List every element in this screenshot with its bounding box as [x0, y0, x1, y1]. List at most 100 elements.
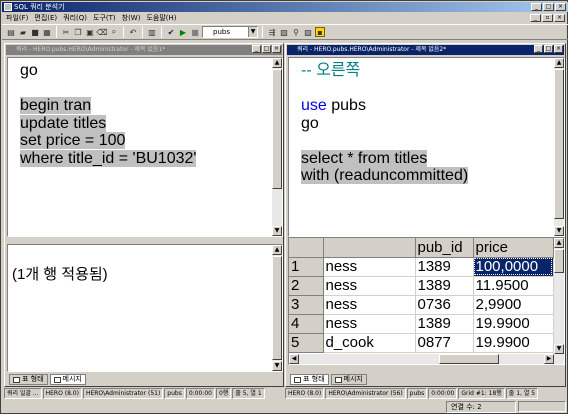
status-user: HERO\Administrator (51) [82, 388, 164, 399]
scroll-thumb[interactable] [554, 69, 564, 219]
right-maximize-button[interactable]: □ [544, 45, 553, 53]
query-editor-right[interactable]: -- 오른쪽 use pubs go select * from titles with… [288, 57, 565, 237]
grid-cell[interactable]: 0877 [415, 333, 474, 353]
grid-cell[interactable]: d_cook [323, 333, 416, 353]
table-row[interactable]: 1 ness 1389 100,0000 [289, 257, 554, 277]
grid-cell[interactable]: 1389 [415, 276, 474, 296]
scroll-up-icon[interactable]: ▲ [554, 58, 564, 68]
execute-icon[interactable]: ▶ [178, 27, 188, 37]
close-button[interactable]: × [555, 3, 566, 11]
menu-edit[interactable]: 편집(E) [34, 12, 57, 24]
tab-grid[interactable]: 표 형태 [290, 374, 329, 385]
properties-icon[interactable]: ▪ [315, 27, 325, 37]
grid-cell[interactable]: 0736 [415, 295, 474, 315]
tab-grid[interactable]: 표 형태 [9, 374, 48, 385]
clear-window-icon[interactable]: ⌫ [96, 27, 107, 37]
status-batch: 쿼리 일괄 ... [4, 388, 42, 399]
grid-cell[interactable]: ness [323, 257, 416, 277]
results-grid[interactable]: pub_id price 1 ness 1389 100,0000 2 ness 1389 1… [289, 238, 554, 353]
grid-cell[interactable]: 11.9500 [473, 276, 554, 296]
menu-help[interactable]: 도움말(H) [146, 12, 176, 24]
cancel-query-icon[interactable]: ■ [190, 27, 200, 37]
grid-vertical-scrollbar[interactable]: ▲ ▼ [554, 238, 564, 354]
grid-cell[interactable]: 19.9900 [473, 333, 554, 353]
pane-splitter[interactable] [7, 239, 281, 243]
row-number[interactable]: 4 [289, 314, 324, 334]
row-number[interactable]: 2 [289, 276, 324, 296]
grid-header-title[interactable] [323, 238, 416, 258]
scroll-thumb[interactable] [272, 69, 282, 189]
find-icon[interactable]: ⌕ [109, 27, 119, 37]
object-browser-icon[interactable]: ▧ [279, 27, 289, 37]
scroll-thumb[interactable] [554, 249, 564, 273]
menu-tools[interactable]: 도구(T) [93, 12, 116, 24]
row-number[interactable]: 1 [289, 257, 324, 277]
app-title: SQL 쿼리 분석기 [14, 3, 65, 11]
editor-scrollbar[interactable]: ▲ ▼ [272, 58, 282, 236]
open-file-icon[interactable]: ▰ [18, 27, 28, 37]
grid-cell[interactable]: 1389 [415, 257, 474, 277]
grid-cell[interactable]: 100,0000 [473, 257, 554, 277]
grid-cell[interactable]: ness [323, 295, 416, 315]
tab-messages[interactable]: 메시지 [49, 374, 86, 385]
maximize-button[interactable]: □ [543, 3, 554, 11]
scroll-left-icon[interactable]: ◀ [289, 354, 299, 364]
table-row[interactable]: 3 ness 0736 2,9900 [289, 295, 554, 315]
table-row[interactable]: 5 d_cook 0877 19.9900 [289, 333, 554, 353]
menu-query[interactable]: 쿼리(Q) [63, 12, 87, 24]
grid-cell[interactable]: 2,9900 [473, 295, 554, 315]
hscroll-thumb[interactable] [439, 354, 499, 364]
left-minimize-button[interactable]: _ [252, 45, 261, 53]
scroll-up-icon[interactable]: ▲ [554, 238, 564, 248]
row-number[interactable]: 5 [289, 333, 324, 353]
cut-icon[interactable]: ✂ [61, 27, 71, 37]
grid-cell[interactable]: 1389 [415, 314, 474, 334]
grid-horizontal-scrollbar[interactable]: ◀ ▶ [289, 354, 564, 364]
results-mode-icon[interactable]: ▥ [147, 27, 157, 37]
save-icon[interactable]: ■ [30, 27, 40, 37]
editor-scrollbar[interactable]: ▲ ▼ [554, 58, 564, 236]
mdi-close-button[interactable]: × [554, 14, 565, 22]
grid-cell[interactable]: ness [323, 276, 416, 296]
status-bar-left: 쿼리 일괄 ... HERO (8.0) HERO\Administrator … [4, 388, 284, 399]
scroll-up-icon[interactable]: ▲ [272, 58, 282, 68]
scroll-right-icon[interactable]: ▶ [544, 354, 554, 364]
scroll-down-icon[interactable]: ▼ [272, 226, 282, 236]
scroll-down-icon[interactable]: ▼ [554, 344, 564, 354]
left-maximize-button[interactable]: □ [262, 45, 271, 53]
query-window-right-title: 쿼리 - HERO.pubs.HERO\Administrator - 제목 없… [287, 45, 564, 55]
execution-plan-icon[interactable]: ⇶ [267, 27, 277, 37]
object-search-icon[interactable]: ⚲ [291, 27, 301, 37]
right-close-button[interactable]: × [554, 45, 563, 53]
scroll-up-icon[interactable]: ▲ [272, 245, 282, 255]
mdi-minimize-button[interactable]: _ [530, 14, 541, 22]
grid-cell[interactable]: ness [323, 314, 416, 334]
row-number[interactable]: 3 [289, 295, 324, 315]
minimize-button[interactable]: _ [531, 3, 542, 11]
new-query-icon[interactable]: ▤ [6, 27, 16, 37]
grid-header-price[interactable]: price [473, 238, 554, 258]
database-select[interactable]: pubs ▼ [202, 26, 258, 38]
menu-file[interactable]: 파일(F) [6, 12, 28, 24]
left-close-button[interactable]: × [272, 45, 281, 53]
undo-icon[interactable]: ↶ [128, 27, 138, 37]
insert-template-icon[interactable]: ▦ [42, 27, 52, 37]
query-editor-left[interactable]: go begin tran update titles set price = 100… [7, 57, 283, 237]
scroll-thumb[interactable] [272, 256, 282, 360]
table-row[interactable]: 4 ness 1389 19.9900 [289, 314, 554, 334]
right-minimize-button[interactable]: _ [534, 45, 543, 53]
copy-icon[interactable]: ❐ [73, 27, 83, 37]
scroll-down-icon[interactable]: ▼ [272, 361, 282, 371]
grid-cell[interactable]: 19.9900 [473, 314, 554, 334]
current-connection-icon[interactable]: ▨ [303, 27, 313, 37]
parse-icon[interactable]: ✔ [166, 27, 176, 37]
grid-header-pub-id[interactable]: pub_id [415, 238, 474, 258]
menu-window[interactable]: 창(W) [122, 12, 141, 24]
scroll-down-icon[interactable]: ▼ [554, 226, 564, 236]
tab-messages[interactable]: 메시지 [330, 374, 367, 385]
result-message: (1개 행 적용됨) [12, 266, 108, 283]
mdi-restore-button[interactable]: ▫ [542, 14, 553, 22]
table-row[interactable]: 2 ness 1389 11.9500 [289, 276, 554, 296]
results-scrollbar[interactable]: ▲ ▼ [272, 245, 282, 371]
paste-icon[interactable]: ▣ [85, 27, 95, 37]
